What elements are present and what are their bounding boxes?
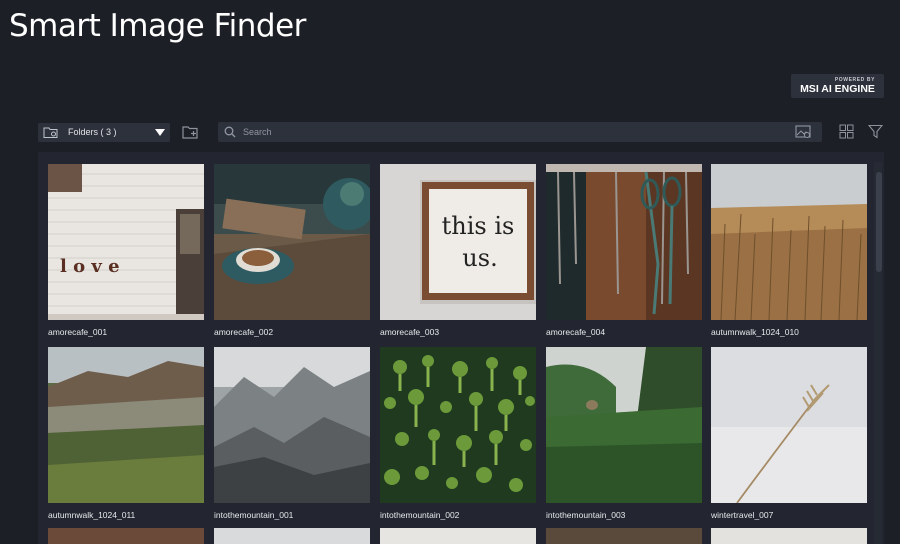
chevron-down-icon [155, 129, 165, 136]
brand-name: MSI AI ENGINE [800, 83, 875, 95]
image-thumbnail[interactable] [214, 347, 370, 503]
image-thumbnail[interactable] [546, 347, 702, 503]
brand-badge: POWERED BY MSI AI ENGINE [791, 74, 884, 98]
image-thumbnail[interactable] [48, 347, 204, 503]
image-name: amorecafe_003 [380, 327, 440, 337]
grid-view-button[interactable] [839, 124, 854, 139]
search-icon [224, 126, 236, 138]
image-thumbnail[interactable] [546, 528, 702, 544]
image-thumbnail[interactable] [48, 528, 204, 544]
image-name: autumnwalk_1024_011 [48, 510, 136, 520]
filter-button[interactable] [868, 124, 883, 139]
image-thumbnail[interactable]: this is us. [380, 164, 536, 320]
sign-text-line2: us. [462, 244, 497, 272]
folders-dropdown[interactable]: Folders ( 3 ) [38, 123, 170, 142]
image-thumbnail[interactable] [380, 528, 536, 544]
image-thumbnail[interactable] [711, 164, 867, 320]
search-bar [218, 122, 822, 142]
sign-text-line1: this is [442, 212, 515, 240]
image-thumbnail[interactable] [380, 347, 536, 503]
image-thumbnail[interactable] [546, 164, 702, 320]
wall-letters: l o v e [60, 256, 120, 277]
image-name: wintertravel_007 [711, 510, 774, 520]
image-name: amorecafe_004 [546, 327, 606, 337]
image-name: intothemountain_003 [546, 510, 626, 520]
image-name: amorecafe_002 [214, 327, 274, 337]
image-thumbnail[interactable]: l o v e [48, 164, 204, 320]
image-name: autumnwalk_1024_010 [711, 327, 799, 337]
folder-search-icon [43, 127, 58, 138]
gallery-panel: l o v e amorecafe_001 amorecafe_002 this… [38, 152, 884, 544]
search-input[interactable] [243, 124, 783, 140]
brand-powered-by: POWERED BY [834, 77, 875, 83]
image-thumbnail[interactable] [711, 528, 867, 544]
folders-label: Folders ( 3 ) [68, 127, 117, 137]
image-thumbnail[interactable] [214, 164, 370, 320]
image-name: intothemountain_001 [214, 510, 294, 520]
add-folder-button[interactable] [182, 124, 199, 140]
image-name: intothemountain_002 [380, 510, 460, 520]
image-search-icon[interactable] [795, 125, 812, 139]
image-thumbnail[interactable] [214, 528, 370, 544]
image-thumbnail[interactable] [711, 347, 867, 503]
app-title: Smart Image Finder [9, 8, 306, 44]
image-name: amorecafe_001 [48, 327, 108, 337]
scrollbar-thumb[interactable] [876, 172, 882, 272]
